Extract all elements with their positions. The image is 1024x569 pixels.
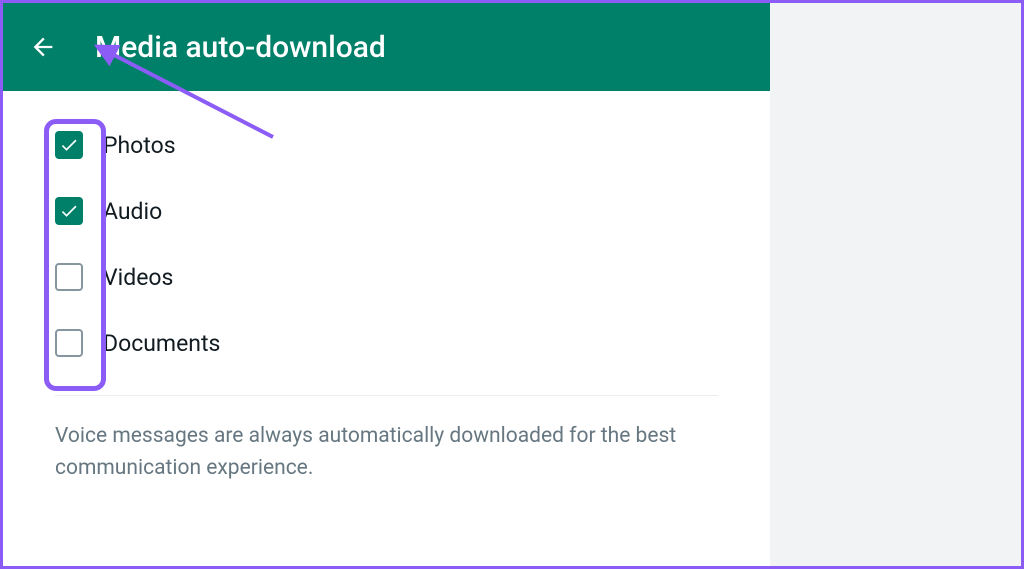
outer-annotation-frame: Media auto-download Photos Audio bbox=[0, 0, 1024, 569]
check-icon bbox=[59, 135, 79, 155]
footer-info-text: Voice messages are always automatically … bbox=[55, 421, 718, 484]
option-documents[interactable]: Documents bbox=[55, 329, 718, 357]
checkbox-videos[interactable] bbox=[55, 263, 83, 291]
option-label-documents: Documents bbox=[103, 330, 220, 357]
checkbox-documents[interactable] bbox=[55, 329, 83, 357]
option-label-audio: Audio bbox=[103, 198, 162, 225]
option-photos[interactable]: Photos bbox=[55, 131, 718, 159]
option-audio[interactable]: Audio bbox=[55, 197, 718, 225]
option-videos[interactable]: Videos bbox=[55, 263, 718, 291]
divider bbox=[55, 395, 718, 396]
content-area: Photos Audio Videos Documents Voice me bbox=[3, 91, 770, 504]
check-icon bbox=[59, 201, 79, 221]
page-title: Media auto-download bbox=[95, 30, 386, 65]
app-container: Media auto-download Photos Audio bbox=[3, 3, 770, 566]
back-arrow-icon bbox=[29, 33, 57, 61]
checkbox-audio[interactable] bbox=[55, 197, 83, 225]
option-label-photos: Photos bbox=[103, 132, 176, 159]
option-label-videos: Videos bbox=[103, 264, 173, 291]
back-button[interactable] bbox=[23, 27, 63, 67]
app-header: Media auto-download bbox=[3, 3, 770, 91]
checkbox-photos[interactable] bbox=[55, 131, 83, 159]
